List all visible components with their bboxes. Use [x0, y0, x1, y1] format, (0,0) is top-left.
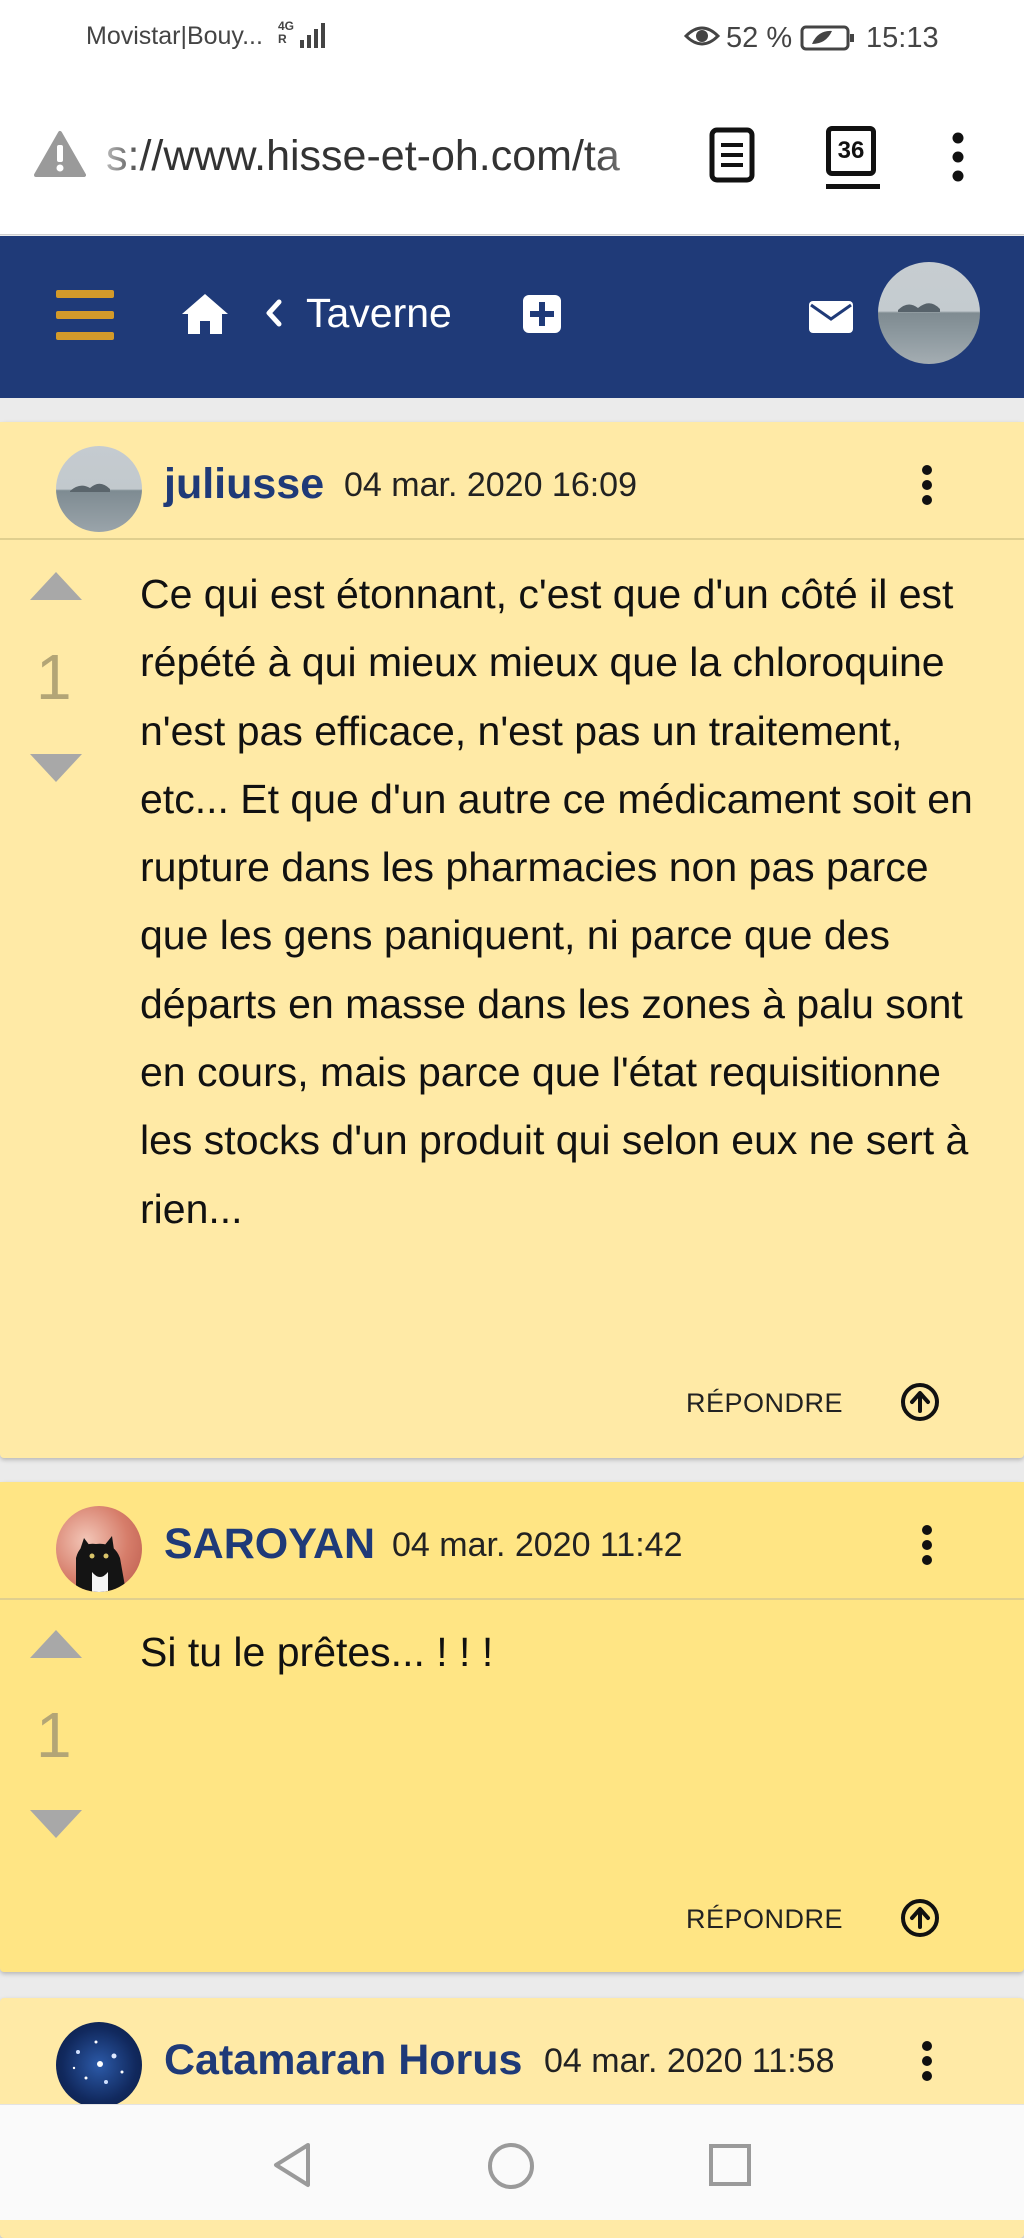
- author-avatar[interactable]: [56, 2022, 142, 2108]
- site-header: Taverne: [0, 236, 1024, 398]
- upvote-arrow-icon[interactable]: [28, 570, 84, 607]
- post-header: SAROYAN 04 mar. 2020 11:42: [0, 1482, 1024, 1600]
- eye-comfort-icon: [683, 22, 721, 58]
- post-date: 04 mar. 2020 11:42: [392, 1526, 683, 1564]
- scroll-up-circle-icon[interactable]: [898, 1896, 942, 1945]
- post-date: 04 mar. 2020 11:58: [544, 2042, 835, 2080]
- downvote-arrow-icon[interactable]: [28, 752, 84, 789]
- post-body: Si tu le prêtes... ! ! !: [140, 1629, 494, 1675]
- carrier-name: Movistar|Bouy...: [86, 22, 263, 50]
- post-menu-icon[interactable]: [920, 464, 934, 511]
- home-icon[interactable]: [180, 292, 230, 341]
- reader-mode-icon[interactable]: [708, 126, 756, 189]
- post-header: juliusse 04 mar. 2020 16:09: [0, 422, 1024, 540]
- battery-percent: 52 %: [726, 22, 793, 54]
- post-date: 04 mar. 2020 16:09: [344, 466, 638, 504]
- tab-switcher-underline: [826, 184, 880, 189]
- post-author[interactable]: SAROYAN: [164, 1520, 375, 1569]
- downvote-arrow-icon[interactable]: [28, 1808, 84, 1845]
- vote-count: 1: [36, 1699, 72, 1771]
- signal-icon: [298, 20, 328, 58]
- post-card: juliusse 04 mar. 2020 16:09 1 Ce qui est…: [0, 422, 1024, 1458]
- status-bar: Movistar|Bouy... 4G R 52 % 15:13: [0, 0, 1024, 80]
- post-body: Ce qui est étonnant, c'est que d'un côté…: [140, 571, 973, 1232]
- upvote-arrow-icon[interactable]: [28, 1628, 84, 1665]
- breadcrumb-forum[interactable]: Taverne: [306, 290, 452, 337]
- author-avatar[interactable]: [56, 446, 142, 532]
- vote-count: 1: [36, 641, 72, 713]
- scroll-up-circle-icon[interactable]: [898, 1380, 942, 1429]
- browser-menu-icon[interactable]: [950, 132, 966, 187]
- recent-apps-icon[interactable]: [708, 2143, 752, 2192]
- post-author[interactable]: juliusse: [164, 460, 324, 509]
- back-icon[interactable]: [270, 2141, 314, 2194]
- tab-switcher-button[interactable]: 36: [826, 126, 876, 176]
- mail-icon[interactable]: [808, 300, 854, 339]
- home-circle-icon[interactable]: [486, 2141, 536, 2196]
- hamburger-menu-icon[interactable]: [56, 288, 114, 347]
- reply-button[interactable]: RÉPONDRE: [686, 1388, 843, 1419]
- post-menu-icon[interactable]: [920, 2040, 934, 2087]
- chevron-left-icon[interactable]: [264, 298, 284, 333]
- new-topic-button[interactable]: [522, 294, 562, 339]
- not-secure-warning-icon[interactable]: [34, 130, 86, 183]
- system-navigation-bar: [0, 2104, 1024, 2220]
- browser-toolbar: s://www.hisse-et-oh.com/ta 36: [0, 80, 1024, 235]
- reply-button[interactable]: RÉPONDRE: [686, 1904, 843, 1935]
- post-card: SAROYAN 04 mar. 2020 11:42 1 Si tu le pr…: [0, 1482, 1024, 1972]
- clock: 15:13: [866, 22, 939, 54]
- network-type: 4G R: [278, 19, 295, 46]
- post-menu-icon[interactable]: [920, 1524, 934, 1571]
- post-author[interactable]: Catamaran Horus: [164, 2036, 522, 2085]
- address-bar[interactable]: s://www.hisse-et-oh.com/ta: [106, 132, 666, 186]
- author-avatar[interactable]: [56, 1506, 142, 1592]
- user-avatar[interactable]: [878, 262, 980, 364]
- battery-icon: [800, 24, 856, 60]
